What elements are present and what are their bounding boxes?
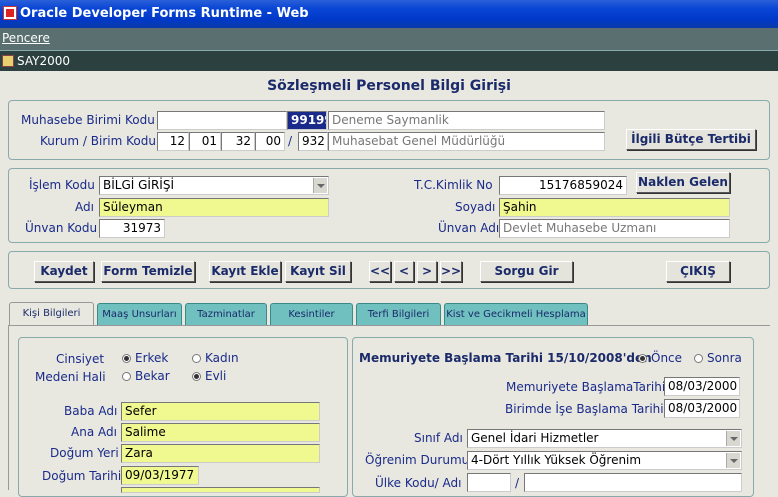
unvan-kodu-field[interactable]: 31973 xyxy=(99,219,165,238)
kaydet-button[interactable]: Kaydet xyxy=(34,261,94,282)
radio-icon xyxy=(122,372,131,381)
chevron-down-icon[interactable] xyxy=(313,178,327,193)
oracle-forms-icon xyxy=(3,6,17,20)
menubar: Pencere xyxy=(0,28,778,50)
tab-tazminatlar[interactable]: Tazminatlar xyxy=(185,303,267,325)
evli-radio[interactable]: Evli xyxy=(192,369,226,383)
tab-kesintiler[interactable]: Kesintiler xyxy=(270,303,353,325)
ulke-adi-field[interactable] xyxy=(524,473,742,492)
prev-record-button[interactable]: < xyxy=(394,261,414,282)
ulke-separator: / xyxy=(515,476,520,490)
radio-selected-icon xyxy=(192,372,201,381)
tab-kist-gecikmeli[interactable]: Kist ve Gecikmeli Hesplama xyxy=(444,303,588,325)
sinif-value: Genel İdari Hizmetler xyxy=(471,431,599,445)
unvan-kodu-label: Ünvan Kodu xyxy=(25,221,98,235)
soyadi-field[interactable]: Şahin xyxy=(499,198,730,217)
ogrenim-value: 4-Dört Yıllık Yüksek Öğrenim xyxy=(471,453,642,467)
baslama-label: Memuriyete BaşlamaTarihi xyxy=(506,380,666,394)
radio-icon xyxy=(694,354,703,363)
muhasebe-label: Muhasebe Birimi Kodu xyxy=(21,113,155,127)
cinsiyet-label: Cinsiyet xyxy=(56,352,105,366)
unvan-adi-label: Ünvan Adı xyxy=(438,221,500,235)
subwindow-title: SAY2000 xyxy=(17,54,70,68)
radio-selected-icon xyxy=(122,354,131,363)
once-radio[interactable]: Önce xyxy=(638,351,682,365)
muhasebe-name-field: Deneme Saymanlik xyxy=(328,111,605,130)
kurum-label: Kurum / Birim Kodu xyxy=(40,134,156,148)
ilgili-butce-button[interactable]: İlgili Bütçe Tertibi xyxy=(626,129,756,150)
muhasebe-code-blank xyxy=(157,111,287,130)
sinif-label: Sınıf Adı xyxy=(414,431,463,445)
tab-kisi-bilgileri[interactable]: Kişi Bilgileri xyxy=(9,302,94,326)
radio-selected-icon xyxy=(638,354,647,363)
ulke-kodu-field[interactable] xyxy=(467,473,511,492)
naklen-gelen-button[interactable]: Naklen Gelen xyxy=(636,172,730,193)
soyadi-label: Soyadı xyxy=(455,200,496,214)
baba-field[interactable]: Sefer xyxy=(121,402,320,421)
ana-label: Ana Adı xyxy=(71,425,117,439)
kurum-separator: / xyxy=(288,134,293,148)
sinif-select[interactable]: Genel İdari Hizmetler xyxy=(467,429,742,448)
birimde-label: Birimde İşe Başlama Tarihi xyxy=(505,402,664,416)
window-title: Oracle Developer Forms Runtime - Web xyxy=(20,6,309,21)
window-titlebar: Oracle Developer Forms Runtime - Web xyxy=(0,0,778,28)
tab-terfi-bilgileri[interactable]: Terfi Bilgileri xyxy=(356,303,441,325)
last-record-button[interactable]: >> xyxy=(440,261,462,282)
adi-label: Adı xyxy=(75,200,94,214)
tc-label: T.C.Kimlik No xyxy=(414,178,493,192)
sonra-radio[interactable]: Sonra xyxy=(694,351,742,365)
cikis-button[interactable]: ÇIKIŞ xyxy=(666,261,730,282)
kurum-code-2[interactable]: 01 xyxy=(189,132,221,151)
birimde-field[interactable]: 08/03/2000 xyxy=(664,399,740,418)
islem-value: BİLGİ GİRİŞİ xyxy=(103,178,174,192)
chevron-down-icon[interactable] xyxy=(726,431,740,446)
kadin-radio[interactable]: Kadın xyxy=(192,351,239,365)
menu-item-pencere[interactable]: Pencere xyxy=(2,31,50,45)
form-title: Sözleşmeli Personel Bilgi Girişi xyxy=(267,78,511,94)
kurum-code-3[interactable]: 32 xyxy=(221,132,255,151)
dogum-yeri-field[interactable]: Zara xyxy=(121,444,320,463)
erkek-radio[interactable]: Erkek xyxy=(122,351,168,365)
dogum-yeri-label: Doğum Yeri xyxy=(50,446,119,460)
kurum-code-4[interactable]: 00 xyxy=(255,132,285,151)
next-record-button[interactable]: > xyxy=(417,261,437,282)
dogum-tarihi-label: Doğum Tarihi xyxy=(42,469,122,483)
form-temizle-button[interactable]: Form Temizle xyxy=(101,261,195,282)
baba-label: Baba Adı xyxy=(64,404,118,418)
dogum-tarihi-field[interactable]: 09/03/1977 xyxy=(121,466,199,485)
kurum-code-5[interactable]: 932 xyxy=(298,132,328,151)
muhasebe-code-field[interactable]: 99199 xyxy=(287,111,327,130)
kayit-sil-button[interactable]: Kayıt Sil xyxy=(285,261,351,282)
bekar-radio[interactable]: Bekar xyxy=(122,369,170,383)
sorgu-gir-button[interactable]: Sorgu Gir xyxy=(480,261,573,282)
medeni-label: Medeni Hali xyxy=(35,370,106,384)
next-field-partial[interactable] xyxy=(121,487,320,493)
ana-field[interactable]: Salime xyxy=(121,423,320,442)
radio-icon xyxy=(192,354,201,363)
subwindow-bar: SAY2000 xyxy=(0,50,778,71)
ulke-label: Ülke Kodu/ Adı xyxy=(375,476,462,490)
adi-field[interactable]: Süleyman xyxy=(99,198,329,217)
islem-label: İşlem Kodu xyxy=(29,178,95,192)
islem-select[interactable]: BİLGİ GİRİŞİ xyxy=(99,176,329,195)
memuriyet-title: Memuriyete Başlama Tarihi 15/10/2008'den xyxy=(359,351,652,365)
unvan-adi-field: Devlet Muhasebe Uzmanı xyxy=(499,219,730,238)
kayit-ekle-button[interactable]: Kayıt Ekle xyxy=(209,261,281,282)
chevron-down-icon[interactable] xyxy=(726,453,740,468)
form-window-icon xyxy=(2,55,14,67)
baslama-field[interactable]: 08/03/2000 xyxy=(664,377,740,396)
kurum-name-field: Muhasebat Genel Müdürlüğü xyxy=(328,132,605,151)
kurum-code-1[interactable]: 12 xyxy=(157,132,189,151)
first-record-button[interactable]: << xyxy=(369,261,391,282)
ogrenim-select[interactable]: 4-Dört Yıllık Yüksek Öğrenim xyxy=(467,451,742,470)
tab-maas-unsurlari[interactable]: Maaş Unsurları xyxy=(97,303,182,325)
tc-field[interactable]: 15176859024 xyxy=(499,176,627,195)
ogrenim-label: Öğrenim Durumu xyxy=(365,453,470,467)
